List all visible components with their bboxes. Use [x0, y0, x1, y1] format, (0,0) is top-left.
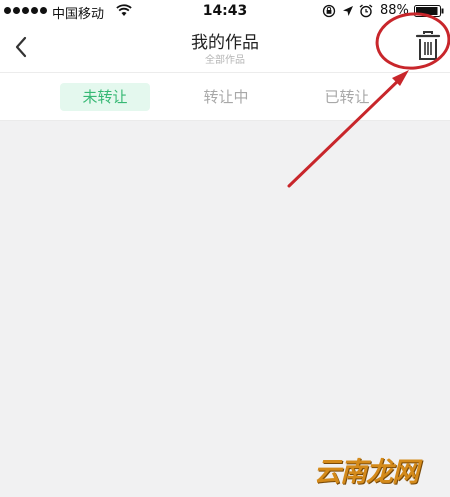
alarm-icon	[359, 4, 373, 18]
app-screen: 中国移动 14:43 88% 我的作品 全部作品 未转让 转让中 已转让 云南龙…	[0, 0, 450, 497]
trash-icon	[415, 31, 441, 60]
location-icon	[343, 6, 353, 16]
page-subtitle: 全部作品	[205, 55, 245, 66]
page-title: 我的作品	[191, 33, 259, 53]
tab-transferring[interactable]: 转让中	[181, 83, 271, 111]
battery-percentage: 88%	[380, 3, 409, 18]
status-bar: 中国移动 14:43 88%	[0, 0, 450, 22]
tab-not-transferred[interactable]: 未转让	[60, 83, 150, 111]
watermark-logo: 云南龙网	[314, 457, 419, 488]
tab-transferred[interactable]: 已转让	[302, 83, 392, 111]
navigation-bar: 我的作品 全部作品	[0, 22, 450, 73]
status-tabs: 未转让 转让中 已转让	[0, 73, 450, 121]
battery-icon	[414, 5, 444, 17]
delete-button[interactable]	[412, 28, 444, 64]
content-area	[0, 121, 450, 497]
orientation-lock-icon	[322, 4, 336, 18]
